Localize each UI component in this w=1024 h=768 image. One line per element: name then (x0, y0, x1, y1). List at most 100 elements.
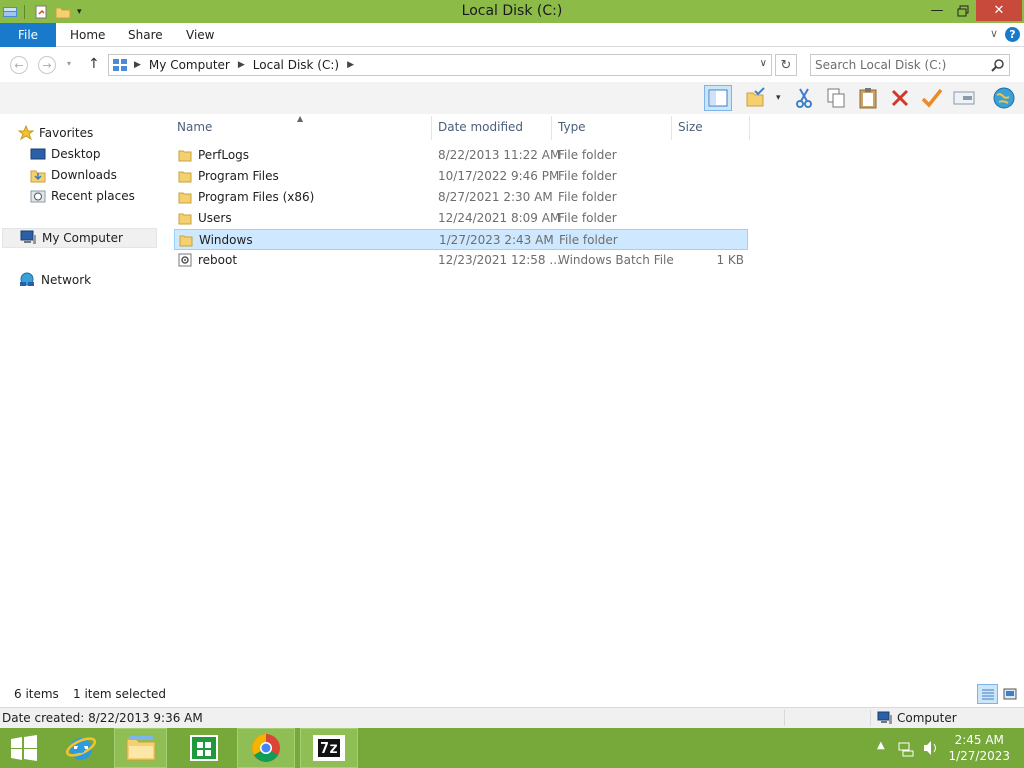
taskbar-7zip[interactable]: 7z (300, 728, 358, 768)
network-status-icon[interactable] (897, 739, 915, 757)
computer-icon (113, 59, 127, 71)
back-button[interactable]: ← (10, 56, 28, 74)
file-list: ▲ Name Date modified Type Size PerfLogs … (160, 114, 1024, 684)
address-dropdown-icon[interactable]: ∨ (760, 58, 767, 69)
move-to-button[interactable] (742, 85, 770, 111)
date-created: Date created: 8/22/2013 9:36 AM (2, 711, 203, 725)
cut-button[interactable] (790, 85, 818, 111)
breadcrumb-separator-icon[interactable]: ▶ (238, 60, 245, 70)
navigation-pane: Favorites Desktop Downloads Recent place… (0, 114, 160, 684)
globe-button[interactable] (990, 85, 1018, 111)
volume-icon[interactable] (922, 739, 940, 757)
file-size: 1 KB (716, 253, 744, 267)
batch-file-icon (178, 253, 192, 267)
file-name: Program Files (198, 169, 279, 183)
up-button[interactable]: ↑ (88, 56, 100, 72)
delete-button[interactable] (886, 85, 914, 111)
column-divider[interactable] (551, 116, 552, 140)
search-input[interactable] (815, 57, 985, 73)
file-name: PerfLogs (198, 148, 250, 162)
sidebar-item-desktop[interactable]: Desktop (30, 144, 101, 164)
close-button[interactable]: ✕ (976, 0, 1022, 21)
sidebar-item-label: Network (41, 273, 92, 287)
star-icon (18, 125, 34, 141)
taskbar-chrome[interactable] (237, 728, 295, 768)
sidebar-item-network[interactable]: Network (18, 270, 91, 290)
expand-ribbon-icon[interactable]: ∨ (990, 27, 998, 40)
file-date: 10/17/2022 9:46 PM (438, 169, 560, 183)
breadcrumb-local-disk[interactable]: Local Disk (C:) (253, 58, 339, 72)
folder-icon (178, 213, 192, 225)
properties-button[interactable] (950, 85, 978, 111)
preview-pane-button[interactable] (704, 85, 732, 111)
paste-button[interactable] (854, 85, 882, 111)
file-row[interactable]: PerfLogs 8/22/2013 11:22 AM File folder (174, 145, 748, 166)
address-bar[interactable]: ▶ My Computer ▶ Local Disk (C:) ▶ ∨ (108, 54, 772, 76)
folder-icon (178, 171, 192, 183)
move-to-dropdown-icon[interactable]: ▾ (776, 93, 781, 103)
breadcrumb-separator-icon[interactable]: ▶ (347, 60, 354, 70)
column-header-type[interactable]: Type (558, 120, 586, 134)
scissors-icon (796, 88, 812, 108)
computer-icon (20, 230, 36, 244)
taskbar-internet-explorer[interactable] (56, 728, 106, 768)
file-type: Windows Batch File (558, 253, 674, 267)
column-divider[interactable] (431, 116, 432, 140)
search-icon[interactable] (991, 58, 1005, 72)
refresh-button[interactable]: ↻ (775, 54, 797, 76)
recent-places-icon (30, 190, 46, 203)
sidebar-item-my-computer[interactable]: My Computer (2, 228, 157, 248)
file-row[interactable]: Users 12/24/2021 8:09 AM File folder (174, 208, 748, 229)
tab-share[interactable]: Share (128, 28, 163, 42)
recent-locations-icon[interactable]: ▾ (67, 59, 71, 68)
sidebar-item-downloads[interactable]: Downloads (30, 165, 117, 185)
forward-button[interactable]: → (38, 56, 56, 74)
details-view-button[interactable] (977, 684, 998, 704)
show-hidden-icons-icon[interactable]: ▲ (877, 740, 885, 751)
system-clock[interactable]: 2:45 AM 1/27/2023 (948, 732, 1010, 764)
internet-explorer-icon (65, 737, 97, 760)
start-button[interactable] (0, 728, 48, 768)
column-header-date-modified[interactable]: Date modified (438, 120, 523, 134)
sidebar-item-label: My Computer (42, 231, 123, 245)
file-type: File folder (558, 211, 617, 225)
rename-button[interactable] (918, 85, 946, 111)
column-header-name[interactable]: Name (177, 120, 212, 134)
refresh-icon: ↻ (780, 57, 792, 73)
restore-button[interactable] (948, 0, 978, 21)
file-row-selected[interactable]: Windows 1/27/2023 2:43 AM File folder (174, 229, 748, 250)
file-explorer-icon (126, 736, 155, 761)
column-header-size[interactable]: Size (678, 120, 703, 134)
breadcrumb-my-computer[interactable]: My Computer (149, 58, 230, 72)
sidebar-item-favorites[interactable]: Favorites (18, 123, 93, 143)
checkmark-icon (921, 88, 943, 108)
back-arrow-icon: ← (14, 58, 24, 72)
sidebar-item-label: Desktop (51, 147, 101, 161)
file-row[interactable]: reboot 12/23/2021 12:58 ... Windows Batc… (174, 250, 748, 271)
tab-view[interactable]: View (186, 28, 214, 42)
copy-icon (827, 88, 845, 108)
file-type: File folder (558, 169, 617, 183)
clock-time: 2:45 AM (954, 733, 1004, 747)
sidebar-item-recent-places[interactable]: Recent places (30, 186, 135, 206)
taskbar-store[interactable] (176, 728, 232, 768)
large-icons-view-button[interactable] (999, 684, 1020, 704)
file-name: reboot (198, 253, 238, 267)
copy-button[interactable] (822, 85, 850, 111)
file-name: Windows (199, 233, 253, 247)
tab-home[interactable]: Home (70, 28, 105, 42)
large-icons-view-icon (1003, 688, 1016, 700)
taskbar-file-explorer[interactable] (114, 728, 167, 768)
tab-file[interactable]: File (0, 23, 56, 47)
help-icon[interactable]: ? (1005, 27, 1020, 42)
breadcrumb-separator-icon[interactable]: ▶ (134, 60, 141, 70)
file-row[interactable]: Program Files (x86) 8/27/2021 2:30 AM Fi… (174, 187, 748, 208)
search-box[interactable] (810, 54, 1010, 76)
restore-icon (957, 5, 969, 16)
forward-arrow-icon: → (42, 58, 52, 72)
column-divider[interactable] (671, 116, 672, 140)
file-row[interactable]: Program Files 10/17/2022 9:46 PM File fo… (174, 166, 748, 187)
file-date: 8/22/2013 11:22 AM (438, 148, 561, 162)
column-divider[interactable] (749, 116, 750, 140)
status-bar: 6 items 1 item selected (0, 684, 1024, 706)
